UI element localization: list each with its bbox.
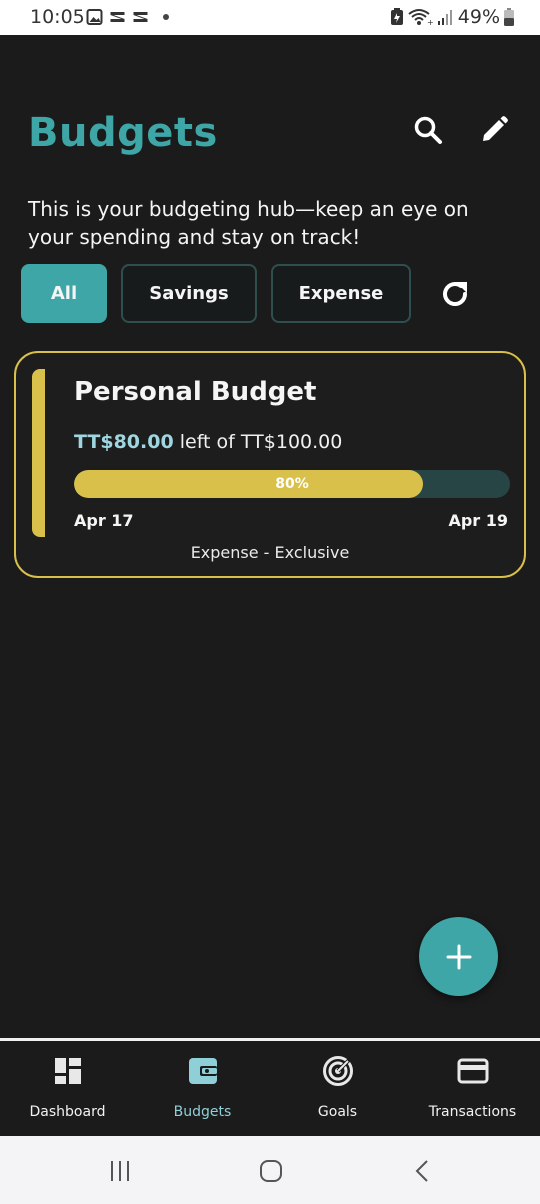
nav-label: Transactions xyxy=(428,1104,517,1120)
nav-transactions[interactable]: Transactions xyxy=(405,1041,540,1136)
edit-button[interactable] xyxy=(476,112,512,148)
budget-card[interactable]: Personal Budget TT$80.00 left of TT$100.… xyxy=(14,351,526,578)
wifi-icon: + xyxy=(408,9,434,26)
system-nav-bar xyxy=(0,1136,540,1204)
budget-start-date: Apr 17 xyxy=(74,511,134,530)
recent-apps-button[interactable] xyxy=(105,1156,135,1186)
wallet-icon xyxy=(187,1055,219,1087)
add-budget-button[interactable] xyxy=(419,917,498,996)
battery-percent: 49% xyxy=(457,6,500,28)
search-icon xyxy=(414,116,442,144)
notification-icons xyxy=(86,9,169,25)
amount-left: TT$80.00 xyxy=(74,431,174,453)
card-accent-bar xyxy=(32,369,45,537)
budget-amount: TT$80.00 left of TT$100.00 xyxy=(74,431,342,453)
back-icon xyxy=(415,1160,428,1182)
page-title: Budgets xyxy=(28,110,218,156)
credit-card-icon xyxy=(457,1055,489,1087)
recent-apps-icon xyxy=(111,1161,129,1181)
bottom-nav: Dashboard Budgets Goals Transactions xyxy=(0,1041,540,1136)
plus-icon xyxy=(446,944,471,969)
refresh-button[interactable] xyxy=(435,274,475,314)
nav-label: Budgets xyxy=(173,1104,232,1120)
budget-type: Expense - Exclusive xyxy=(190,543,350,562)
battery-saver-icon xyxy=(390,8,403,25)
amount-total-text: left of TT$100.00 xyxy=(173,431,343,453)
back-button[interactable] xyxy=(408,1156,438,1186)
home-button[interactable] xyxy=(256,1156,286,1186)
filter-expense-chip[interactable]: Expense xyxy=(271,264,411,323)
target-icon xyxy=(322,1055,354,1087)
budget-progress-label: 80% xyxy=(275,476,309,492)
nav-budgets[interactable]: Budgets xyxy=(135,1041,270,1136)
nav-label: Goals xyxy=(317,1104,358,1120)
filter-bar: All Savings Expense xyxy=(21,264,475,323)
battery-icon xyxy=(504,8,514,26)
dashboard-icon xyxy=(52,1055,84,1087)
nav-goals[interactable]: Goals xyxy=(270,1041,405,1136)
pencil-icon xyxy=(483,116,508,141)
svg-text:+: + xyxy=(427,18,434,26)
signal-icon xyxy=(437,10,452,25)
filter-all-chip[interactable]: All xyxy=(21,264,107,323)
status-right: + 49% xyxy=(390,6,514,28)
home-icon xyxy=(260,1160,282,1182)
capcut-icon xyxy=(110,12,125,22)
image-icon xyxy=(86,9,103,25)
search-button[interactable] xyxy=(410,112,446,148)
status-time: 10:05 xyxy=(30,6,85,28)
budget-name: Personal Budget xyxy=(74,377,317,407)
more-notifications-dot xyxy=(163,14,169,20)
budget-progress-bar: 80% xyxy=(74,470,510,498)
nav-dashboard[interactable]: Dashboard xyxy=(0,1041,135,1136)
capcut-icon xyxy=(133,12,148,22)
refresh-icon xyxy=(443,281,467,306)
status-bar: 10:05 + 49% xyxy=(0,0,540,35)
filter-savings-chip[interactable]: Savings xyxy=(121,264,257,323)
budget-end-date: Apr 19 xyxy=(448,511,508,530)
nav-label: Dashboard xyxy=(29,1104,106,1120)
page-subtitle: This is your budgeting hub—keep an eye o… xyxy=(28,197,469,249)
